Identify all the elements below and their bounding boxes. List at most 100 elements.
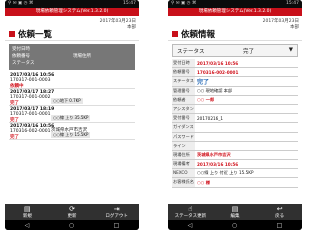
title-square-icon: [172, 31, 178, 37]
row-key: パスワード: [172, 132, 195, 141]
detail-row: NEXCO ○○線 上り 付近 上り 15.5KP: [172, 169, 298, 179]
list-screen: 2017年03月23日 本部 依頼一覧 受付日時 依頼番号 ステータス 現場住所…: [5, 16, 139, 204]
detail-row: 現場住所 茨城県水戸市吉沢: [172, 150, 298, 161]
item-location-chip: ○○線 上り 35.5KP: [51, 115, 91, 121]
refresh-label: 更新: [67, 214, 77, 219]
row-key: ステータス: [172, 77, 195, 86]
detail-row: ステータス 完了: [172, 77, 298, 87]
edit-label: 編集: [230, 214, 240, 219]
row-key: ガイダンス: [172, 123, 195, 132]
col-label-date: 受付日時: [12, 47, 30, 52]
page-title: 依頼一覧: [9, 28, 52, 40]
date-text: 2017年03月23日: [262, 19, 299, 24]
row-value: 2017/03/16 10:56: [197, 161, 239, 167]
status-select[interactable]: ステータス 完了 ▼: [172, 44, 298, 57]
app-title-bar: 現場依頼管理システム(Ver.1.3.2.0): [168, 8, 302, 16]
logout-button[interactable]: ⇥ ログアウト: [94, 204, 139, 220]
row-value: 茨城県水戸市吉沢: [197, 151, 231, 157]
detail-row: 現場備考 2017/03/16 10:56: [172, 160, 298, 170]
item-status: 完了: [10, 117, 19, 123]
row-key: 管理番号: [172, 86, 195, 95]
detail-row: アシスタント: [172, 104, 298, 119]
list-item[interactable]: 2017/03/16 10:56 170317-001-0003 依頼中: [9, 72, 135, 89]
detail-row: 依頼者 ○○ 一郎: [172, 95, 298, 105]
thumbs-up-icon: ☝: [188, 205, 193, 213]
col-label-address: 現場住所: [73, 54, 91, 59]
page-title: 依頼情報: [172, 28, 215, 40]
refresh-button[interactable]: ⟳ 更新: [50, 204, 95, 220]
row-key: 依頼番号: [172, 68, 195, 77]
recents-nav-icon[interactable]: □: [277, 222, 283, 229]
status-icons: ⚲ ✉ ▣ ◷ ⌘: [171, 1, 197, 6]
row-value: ○○線 上り 付近 上り 15.5KP: [197, 170, 254, 176]
row-value: 170316-002-0001: [197, 69, 239, 75]
title-square-icon: [9, 31, 15, 37]
status-update-button[interactable]: ☝ ステータス更新: [168, 204, 213, 220]
status-select-value: 完了: [243, 49, 255, 55]
app-title-bar: 現場依頼管理システム(Ver.1.3.2.0): [5, 8, 139, 16]
edit-button[interactable]: ▤ 編集: [213, 204, 258, 220]
new-doc-icon: ▤: [24, 205, 31, 213]
recents-nav-icon[interactable]: □: [114, 222, 120, 229]
detail-row: パスワード: [172, 132, 298, 142]
page-title-text: 依頼情報: [181, 30, 216, 40]
refresh-icon: ⟳: [69, 205, 75, 213]
header: 2017年03月23日 本部 依頼一覧: [5, 16, 139, 41]
back-button[interactable]: ↩ 戻る: [257, 204, 302, 220]
header: 2017年03月23日 本部 依頼情報: [168, 16, 302, 41]
status-time: 15:47: [123, 1, 136, 6]
list-item[interactable]: 2017/03/17 18:19 170317-001-0001 完了 ○○線 …: [9, 106, 135, 123]
edit-icon: ▤: [231, 205, 239, 213]
list-item[interactable]: 2017/03/16 10:56 170316-002-0001 完了 茨城県水…: [9, 123, 135, 140]
status-icons: ⚲ ✉ ▣ ◷ ⌘: [8, 1, 34, 6]
row-value: 完了: [197, 78, 210, 86]
row-value: 20170216_1: [197, 115, 224, 121]
detail-row: ガイダンス: [172, 123, 298, 133]
back-nav-icon[interactable]: ◁: [25, 222, 30, 229]
row-value: ○○ 現地確認 本部: [197, 87, 233, 93]
row-key: 現場住所: [172, 150, 195, 160]
detail-table: 受付日時 2017/03/16 10:56 依頼番号 170316-002-0001…: [172, 59, 298, 188]
detail-screen: 2017年03月23日 本部 依頼情報 ステータス 完了 ▼ 受付日時 2017/…: [168, 16, 302, 204]
date-text: 2017年03月23日: [99, 19, 136, 24]
row-key: 受付番号: [172, 114, 195, 123]
home-nav-icon[interactable]: ○: [232, 222, 237, 229]
home-nav-icon[interactable]: ○: [69, 222, 74, 229]
phone-detail-screen: ⚲ ✉ ▣ ◷ ⌘ 15:47 現場依頼管理システム(Ver.1.3.2.0) …: [168, 0, 302, 230]
status-bar: ⚲ ✉ ▣ ◷ ⌘ 15:47: [168, 0, 302, 8]
page-title-text: 依頼一覧: [18, 30, 53, 40]
chevron-down-icon: ▼: [288, 47, 293, 53]
col-label-no: 依頼番号: [12, 54, 30, 59]
bottom-toolbar: ☝ ステータス更新 ▤ 編集 ↩ 戻る: [168, 204, 302, 220]
logout-label: ログアウト: [105, 214, 128, 219]
row-value: 2017/03/16 10:56: [197, 60, 239, 66]
status-time: 15:47: [286, 1, 299, 6]
status-select-label: ステータス: [177, 49, 205, 55]
header-date: 2017年03月23日 本部: [263, 19, 299, 30]
detail-row: ライン: [172, 141, 298, 151]
new-label: 新規: [22, 214, 32, 219]
row-key: NEXCO: [172, 169, 195, 178]
detail-row: お客様氏名 ○○ 様: [172, 178, 298, 188]
list-item[interactable]: 2017/03/17 18:27 170317-001-0002 完了 ○○地下…: [9, 89, 135, 106]
status-update-label: ステータス更新: [174, 214, 207, 219]
row-key: 現場備考: [172, 160, 195, 169]
back-nav-icon[interactable]: ◁: [188, 222, 193, 229]
item-location-chip: ○○線 上り 15.5KP: [51, 132, 91, 138]
item-status: 依頼中: [10, 83, 24, 89]
row-key: ライン: [172, 141, 195, 150]
android-nav-bar: ◁ ○ □: [5, 220, 139, 230]
row-value: ○○ 一郎: [197, 96, 215, 102]
col-label-status: ステータス: [12, 61, 35, 66]
item-status: 完了: [10, 134, 19, 140]
row-key: 依頼者: [172, 95, 195, 104]
item-location-chip: ○○地下 0.7KP: [51, 98, 83, 104]
detail-row: 受付日時 2017/03/16 10:56: [172, 59, 298, 69]
android-nav-bar: ◁ ○ □: [168, 220, 302, 230]
return-icon: ↩: [276, 205, 283, 213]
back-label: 戻る: [275, 214, 285, 219]
request-list: 2017/03/16 10:56 170317-001-0003 依頼中 201…: [9, 72, 135, 140]
phone-list-screen: ⚲ ✉ ▣ ◷ ⌘ 15:47 現場依頼管理システム(Ver.1.3.2.0) …: [5, 0, 139, 230]
row-key: 受付日時: [172, 59, 195, 68]
new-button[interactable]: ▤ 新規: [5, 204, 50, 220]
